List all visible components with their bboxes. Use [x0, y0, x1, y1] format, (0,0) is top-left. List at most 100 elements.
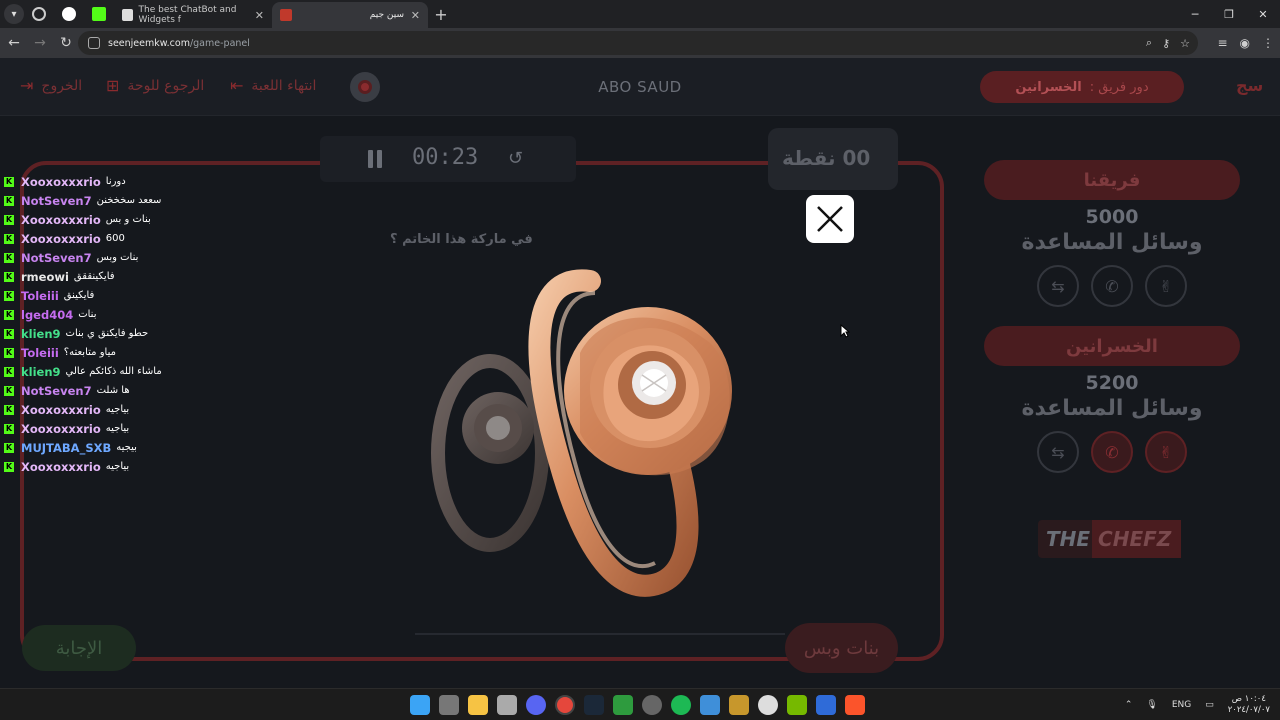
app-icon[interactable]: [642, 695, 662, 715]
reset-timer-icon[interactable]: ↺: [508, 148, 523, 169]
close-tab-icon[interactable]: ✕: [255, 9, 264, 22]
tab-search-button[interactable]: ▾: [4, 4, 24, 24]
chat-username[interactable]: Toleiii: [21, 346, 59, 360]
reload-icon[interactable]: ↻: [54, 31, 78, 55]
chrome-icon[interactable]: [555, 695, 575, 715]
back-to-board-button[interactable]: ⊞ الرجوع للوحة: [106, 76, 204, 95]
peace-hand-icon[interactable]: ✌: [1145, 431, 1187, 473]
team-name: الخسرانين: [984, 326, 1240, 366]
game-logo-icon: [350, 72, 380, 102]
chat-username[interactable]: NotSeven7: [21, 384, 92, 398]
network-icon[interactable]: ▭: [1205, 700, 1214, 710]
chat-text: مياو متابعته؟: [63, 347, 116, 358]
answer-button[interactable]: الإجابة: [22, 625, 136, 671]
countdown-timer: 00:23: [412, 145, 479, 170]
chat-text: بيجيه: [116, 442, 137, 453]
double-answer-icon[interactable]: ⇆: [1037, 431, 1079, 473]
chat-text: بياجيه: [105, 461, 130, 472]
team-turn-indicator: دور فريق : الخسرانين: [980, 71, 1184, 103]
turn-prefix: دور فريق :: [1089, 79, 1149, 95]
chat-username[interactable]: Xooxoxxxrio: [21, 213, 101, 227]
tray-chevron-icon[interactable]: ⌃: [1125, 700, 1133, 710]
kick-badge-icon: K: [4, 233, 14, 244]
tab-seenjeem[interactable]: سين جيم ✕: [272, 2, 428, 28]
logout-button[interactable]: ⇥ الخروج: [20, 76, 82, 95]
pinned-tab[interactable]: [84, 0, 114, 28]
reading-list-icon[interactable]: ≡: [1217, 36, 1227, 50]
game-top-bar: ⇥ الخروج ⊞ الرجوع للوحة ⇤ انتهاء اللعبة …: [0, 58, 1280, 116]
clock-date: ٢٠٢٤/٠٧/٠٧: [1227, 705, 1270, 715]
kick-badge-icon: K: [4, 423, 14, 434]
file-explorer-icon[interactable]: [468, 695, 488, 715]
mouse-cursor-icon: [840, 324, 850, 338]
brave-icon[interactable]: [845, 695, 865, 715]
xbox-icon[interactable]: [613, 695, 633, 715]
end-game-label: انتهاء اللعبة: [251, 77, 317, 94]
chat-username[interactable]: klien9: [21, 327, 61, 341]
close-image-button[interactable]: [806, 195, 854, 243]
zoom-icon[interactable]: ⌕: [1146, 36, 1152, 50]
language-indicator[interactable]: ENG: [1172, 700, 1191, 710]
chat-username[interactable]: Xooxoxxxrio: [21, 422, 101, 436]
chat-username[interactable]: NotSeven7: [21, 251, 92, 265]
chat-username[interactable]: lged404: [21, 308, 73, 322]
chat-username[interactable]: Toleiii: [21, 289, 59, 303]
chat-username[interactable]: Xooxoxxxrio: [21, 403, 101, 417]
clock[interactable]: ١٠:٠٤ ص ٢٠٢٤/٠٧/٠٧: [1228, 694, 1270, 716]
close-tab-icon[interactable]: ✕: [411, 9, 420, 22]
sponsor-logo-part2: CHEFZ: [1092, 520, 1182, 558]
help-title: وسائل المساعدة: [1021, 396, 1203, 421]
chat-text: دورنا: [105, 176, 126, 187]
chat-username[interactable]: Xooxoxxxrio: [21, 232, 101, 246]
peace-hand-icon[interactable]: ✌: [1145, 265, 1187, 307]
chat-message: K NotSeven7 بنات وبس: [4, 248, 304, 267]
minimize-icon[interactable]: ─: [1178, 0, 1212, 28]
phone-icon[interactable]: ✆: [1091, 265, 1133, 307]
pinned-tab[interactable]: [24, 0, 54, 28]
question-image: [431, 269, 732, 597]
end-game-button[interactable]: ⇤ انتهاء اللعبة: [230, 76, 316, 95]
kick-badge-icon: K: [4, 271, 14, 282]
start-icon[interactable]: [410, 695, 430, 715]
task-view-icon[interactable]: [439, 695, 459, 715]
chat-message: K NotSeven7 ها شلت: [4, 381, 304, 400]
spotify-icon[interactable]: [671, 695, 691, 715]
pinned-tab[interactable]: [54, 0, 84, 28]
nvidia-icon[interactable]: [787, 695, 807, 715]
profile-icon[interactable]: ◉: [1240, 36, 1250, 50]
pause-icon[interactable]: [368, 150, 382, 168]
maximize-icon[interactable]: ❐: [1212, 0, 1246, 28]
app-icon[interactable]: [729, 695, 749, 715]
password-key-icon[interactable]: ⚷: [1162, 37, 1170, 50]
chat-username[interactable]: klien9: [21, 365, 61, 379]
double-answer-icon[interactable]: ⇆: [1037, 265, 1079, 307]
close-window-icon[interactable]: ✕: [1246, 0, 1280, 28]
phone-icon[interactable]: ✆: [1091, 431, 1133, 473]
windows-taskbar: ⌃ 🎙 ENG ▭ ١٠:٠٤ ص ٢٠٢٤/٠٧/٠٧: [0, 688, 1280, 720]
url-field[interactable]: seenjeemkw.com /game-panel ⌕ ⚷ ☆: [78, 31, 1198, 55]
new-tab-button[interactable]: +: [428, 5, 454, 24]
pinned-tab-icon: [32, 7, 46, 21]
chat-username[interactable]: rmeowi: [21, 270, 69, 284]
chat-message: K Toleiii فايكينق: [4, 286, 304, 305]
menu-kebab-icon[interactable]: ⋮: [1262, 36, 1274, 50]
bookmark-star-icon[interactable]: ☆: [1180, 37, 1190, 50]
mic-icon[interactable]: 🎙: [1146, 700, 1157, 710]
forward-icon[interactable]: →: [28, 31, 52, 55]
settings-icon[interactable]: [497, 695, 517, 715]
back-ring: [431, 354, 549, 552]
chat-username[interactable]: MUJTABA_SXB: [21, 441, 111, 455]
answer-reveal-button[interactable]: بنات وبس: [785, 623, 898, 673]
tab-chatbot[interactable]: The best ChatBot and Widgets f ✕: [114, 2, 272, 28]
app-icon[interactable]: [816, 695, 836, 715]
chat-username[interactable]: Xooxoxxxrio: [21, 175, 101, 189]
site-info-icon[interactable]: [88, 37, 100, 49]
app-icon[interactable]: [700, 695, 720, 715]
back-icon[interactable]: ←: [2, 31, 26, 55]
chat-username[interactable]: Xooxoxxxrio: [21, 460, 101, 474]
chat-username[interactable]: NotSeven7: [21, 194, 92, 208]
steam-icon[interactable]: [584, 695, 604, 715]
pinned-tab-icon: [62, 7, 76, 21]
discord-icon[interactable]: [526, 695, 546, 715]
obs-icon[interactable]: [758, 695, 778, 715]
